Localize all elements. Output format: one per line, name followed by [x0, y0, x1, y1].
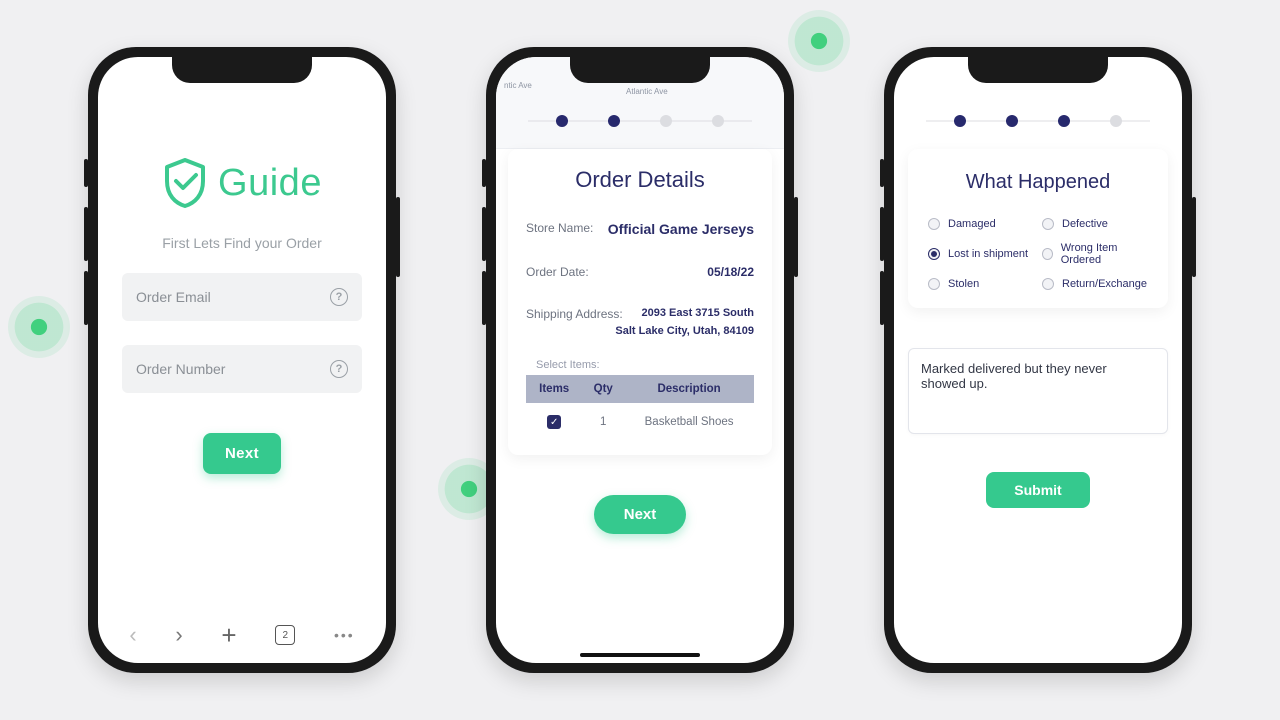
reason-option[interactable]: Stolen [928, 278, 1034, 290]
progress-steps [894, 115, 1182, 127]
phone-screen: Guide First Lets Find your Order Order E… [98, 57, 386, 663]
phone-mockup-find-order: Guide First Lets Find your Order Order E… [88, 47, 396, 673]
radio-icon[interactable] [1042, 278, 1054, 290]
reason-label: Lost in shipment [948, 248, 1028, 260]
brand-logo: Guide [98, 157, 386, 209]
what-happened-card: What Happened Damaged Defective Lost in sh… [908, 149, 1168, 308]
phone-frame: ntic Ave Atlantic Ave Order Details [486, 47, 794, 673]
phone-notch [172, 57, 312, 83]
col-description: Description [624, 375, 754, 403]
step-dot [1058, 115, 1070, 127]
items-table: Items Qty Description ✓ 1 Basketball Sho… [526, 375, 754, 441]
shipping-address-line1: 2093 East 3715 South [641, 307, 754, 321]
step-dot [1110, 115, 1122, 127]
store-row: Store Name: Official Game Jerseys [526, 221, 754, 237]
reason-label: Return/Exchange [1062, 278, 1147, 290]
brand-name: Guide [218, 162, 322, 205]
order-email-placeholder: Order Email [136, 289, 211, 305]
phone-mockup-what-happened: What Happened Damaged Defective Lost in sh… [884, 47, 1192, 673]
find-order-screen: Guide First Lets Find your Order Order E… [98, 57, 386, 663]
item-checkbox[interactable]: ✓ [547, 415, 561, 429]
step-dot [660, 115, 672, 127]
forward-icon[interactable]: › [175, 622, 182, 648]
reason-option[interactable]: Defective [1042, 218, 1148, 230]
shield-icon [162, 157, 208, 209]
radio-icon[interactable] [928, 218, 940, 230]
tab-count[interactable]: 2 [275, 625, 295, 645]
reason-label: Wrong Item Ordered [1061, 242, 1148, 266]
step-dot [1006, 115, 1018, 127]
more-icon[interactable]: ••• [334, 627, 355, 643]
reason-label: Stolen [948, 278, 979, 290]
back-icon[interactable]: ‹ [129, 622, 136, 648]
reason-options: Damaged Defective Lost in shipment Wrong It… [928, 218, 1148, 290]
store-label: Store Name: [526, 221, 593, 237]
progress-steps [496, 115, 784, 127]
phone-notch [570, 57, 710, 83]
notes-textarea[interactable]: Marked delivered but they never showed u… [908, 348, 1168, 434]
beacon-decoration [788, 10, 850, 72]
step-dot [954, 115, 966, 127]
step-dot [608, 115, 620, 127]
phone-screen: What Happened Damaged Defective Lost in sh… [894, 57, 1182, 663]
beacon-decoration [8, 296, 70, 358]
store-value: Official Game Jerseys [608, 221, 754, 237]
home-indicator [580, 653, 700, 657]
phone-frame: Guide First Lets Find your Order Order E… [88, 47, 396, 673]
order-details-screen: Order Details Store Name: Official Game … [496, 57, 784, 663]
table-row[interactable]: ✓ 1 Basketball Shoes [526, 403, 754, 441]
order-email-field[interactable]: Order Email ? [122, 273, 362, 321]
reason-label: Defective [1062, 218, 1108, 230]
help-icon[interactable]: ? [330, 360, 348, 378]
order-details-title: Order Details [526, 167, 754, 193]
notes-text: Marked delivered but they never showed u… [921, 361, 1107, 391]
order-number-placeholder: Order Number [136, 361, 225, 377]
browser-toolbar: ‹ › + 2 ••• [98, 611, 386, 659]
reason-option[interactable]: Damaged [928, 218, 1034, 230]
next-button[interactable]: Next [594, 495, 687, 534]
col-items: Items [526, 375, 582, 403]
find-order-subtitle: First Lets Find your Order [98, 235, 386, 251]
marketing-stage: Guide First Lets Find your Order Order E… [0, 0, 1280, 720]
reason-option[interactable]: Wrong Item Ordered [1042, 242, 1148, 266]
item-description: Basketball Shoes [624, 403, 754, 441]
radio-icon[interactable] [928, 248, 940, 260]
order-date-row: Order Date: 05/18/22 [526, 265, 754, 279]
shipping-address-label: Shipping Address: [526, 307, 623, 321]
what-happened-title: What Happened [928, 171, 1148, 194]
help-icon[interactable]: ? [330, 288, 348, 306]
shipping-address-row: Shipping Address: 2093 East 3715 South [526, 307, 754, 321]
order-date-value: 05/18/22 [707, 265, 754, 279]
phone-frame: What Happened Damaged Defective Lost in sh… [884, 47, 1192, 673]
reason-label: Damaged [948, 218, 996, 230]
reason-option[interactable]: Lost in shipment [928, 242, 1034, 266]
order-number-field[interactable]: Order Number ? [122, 345, 362, 393]
phone-mockup-order-details: ntic Ave Atlantic Ave Order Details [486, 47, 794, 673]
submit-button[interactable]: Submit [986, 472, 1089, 508]
order-details-card: Order Details Store Name: Official Game … [508, 149, 772, 455]
new-tab-icon[interactable]: + [221, 620, 236, 651]
step-dot [712, 115, 724, 127]
radio-icon[interactable] [1042, 248, 1053, 260]
phone-notch [968, 57, 1108, 83]
shipping-address-line2: Salt Lake City, Utah, 84109 [526, 325, 754, 337]
next-button[interactable]: Next [203, 433, 281, 474]
col-qty: Qty [582, 375, 624, 403]
select-items-label: Select Items: [536, 359, 754, 371]
what-happened-screen: What Happened Damaged Defective Lost in sh… [894, 57, 1182, 663]
step-dot [556, 115, 568, 127]
reason-option[interactable]: Return/Exchange [1042, 278, 1148, 290]
item-qty: 1 [582, 403, 624, 441]
radio-icon[interactable] [928, 278, 940, 290]
radio-icon[interactable] [1042, 218, 1054, 230]
order-date-label: Order Date: [526, 265, 589, 279]
phone-screen: ntic Ave Atlantic Ave Order Details [496, 57, 784, 663]
